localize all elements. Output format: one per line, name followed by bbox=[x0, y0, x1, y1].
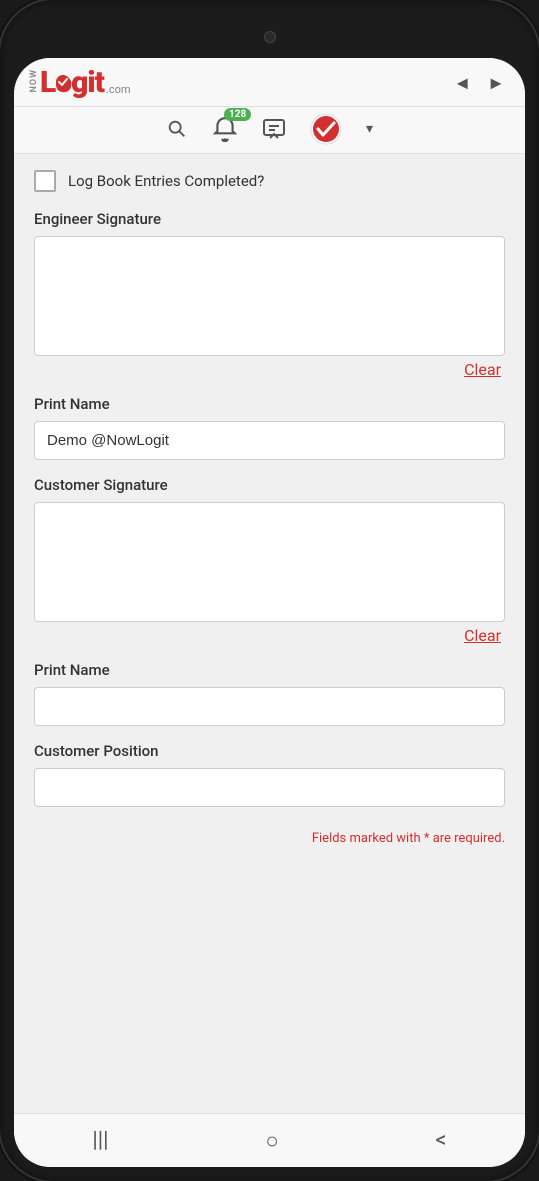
bottom-menu-button[interactable]: ||| bbox=[76, 1120, 124, 1161]
brand-check-button[interactable] bbox=[310, 113, 342, 145]
bottom-back-button[interactable]: < bbox=[419, 1120, 462, 1161]
notifications-button[interactable]: 128 bbox=[212, 116, 238, 142]
nav-forward-button[interactable]: ► bbox=[483, 71, 509, 96]
customer-signature-label: Customer Signature bbox=[34, 476, 505, 494]
logbook-checkbox[interactable] bbox=[34, 170, 56, 192]
engineer-signature-box[interactable] bbox=[34, 236, 505, 356]
logbook-checkbox-row: Log Book Entries Completed? bbox=[34, 170, 505, 192]
customer-position-label: Customer Position bbox=[34, 742, 505, 760]
nav-arrows: ◄ ► bbox=[449, 71, 509, 96]
phone-shell: NOW Lo git .com ◄ ► bbox=[0, 0, 539, 1181]
customer-position-input[interactable] bbox=[34, 768, 505, 807]
phone-notch bbox=[14, 18, 525, 56]
logo-logit-text: Lo git bbox=[40, 68, 104, 98]
phone-screen: NOW Lo git .com ◄ ► bbox=[14, 58, 525, 1167]
required-note-text: Fields marked with bbox=[312, 831, 424, 846]
logo-o-letter: o bbox=[55, 68, 71, 98]
required-note-end: are required. bbox=[429, 831, 505, 846]
chat-button[interactable] bbox=[262, 117, 286, 141]
logo-checkmark-icon bbox=[56, 75, 70, 89]
customer-print-name-input[interactable] bbox=[34, 687, 505, 726]
logbook-label: Log Book Entries Completed? bbox=[68, 172, 264, 190]
engineer-print-name-input[interactable] bbox=[34, 421, 505, 460]
logo: NOW Lo git .com bbox=[30, 68, 131, 98]
required-note: Fields marked with * are required. bbox=[34, 831, 505, 846]
search-icon bbox=[166, 118, 188, 140]
engineer-signature-label: Engineer Signature bbox=[34, 210, 505, 228]
nav-back-button[interactable]: ◄ bbox=[449, 71, 475, 96]
search-button[interactable] bbox=[166, 118, 188, 140]
chat-icon bbox=[262, 117, 286, 141]
customer-clear-button[interactable]: Clear bbox=[34, 626, 505, 645]
customer-signature-box[interactable] bbox=[34, 502, 505, 622]
dropdown-arrow-icon[interactable]: ▾ bbox=[366, 121, 373, 137]
camera-dot bbox=[264, 31, 276, 43]
brand-check-icon bbox=[310, 113, 342, 145]
logo-now-text: NOW bbox=[30, 69, 39, 92]
app-header: NOW Lo git .com ◄ ► bbox=[14, 58, 525, 107]
bottom-nav: ||| ○ < bbox=[14, 1113, 525, 1167]
toolbar: 128 ▾ bbox=[14, 107, 525, 154]
notification-badge: 128 bbox=[224, 108, 251, 121]
logo-dotcom-text: .com bbox=[106, 83, 131, 98]
engineer-print-name-label: Print Name bbox=[34, 395, 505, 413]
customer-print-name-label: Print Name bbox=[34, 661, 505, 679]
engineer-clear-button[interactable]: Clear bbox=[34, 360, 505, 379]
form-content: Log Book Entries Completed? Engineer Sig… bbox=[14, 154, 525, 1113]
bottom-home-button[interactable]: ○ bbox=[249, 1120, 294, 1162]
